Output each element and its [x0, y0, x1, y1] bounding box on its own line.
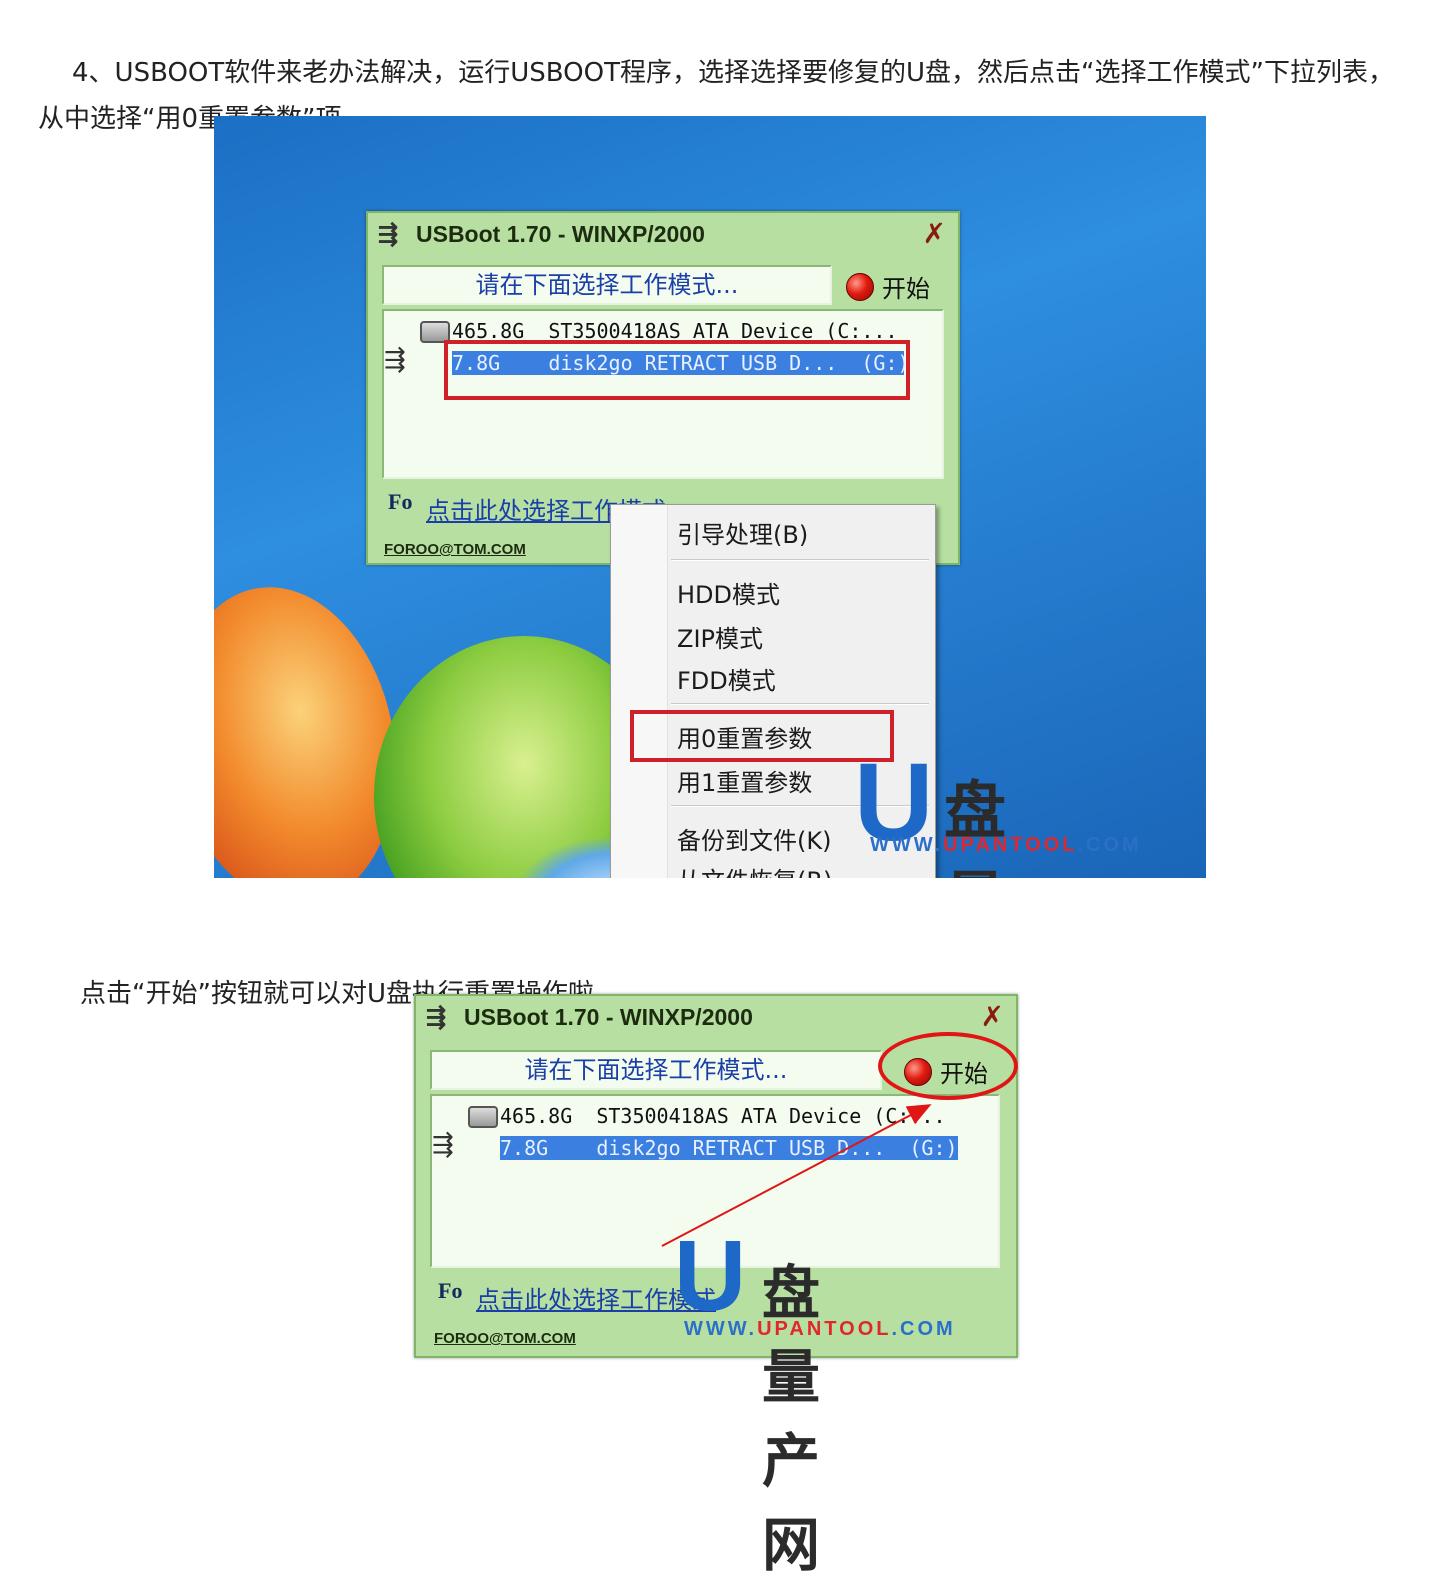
email-label: FOROO@TOM.COM [384, 541, 526, 558]
menu-item-boot[interactable]: 引导处理(B) [677, 515, 808, 550]
menu-item-restore[interactable]: 从文件恢复(R) [677, 861, 832, 878]
menu-item-reset-1[interactable]: 用1重置参数 [677, 763, 812, 798]
close-button[interactable]: ✗ [923, 217, 946, 250]
menu-icon-strip [611, 505, 668, 878]
mode-prompt: 请在下面选择工作模式... [475, 271, 739, 299]
menu-separator [671, 559, 929, 561]
record-icon [846, 273, 874, 301]
usb-drive-icon: ⇶ [384, 345, 406, 375]
usb-icon: ⇶ [378, 221, 399, 248]
title-bar: ⇶ USBoot 1.70 - WINXP/2000 [368, 213, 958, 253]
mode-prompt-box: 请在下面选择工作模式... [382, 265, 832, 305]
screenshot-context-menu: ⇶ USBoot 1.70 - WINXP/2000 ✗ 请在下面选择工作模式.… [214, 116, 1206, 878]
menu-separator [671, 703, 929, 705]
watermark-name: 盘量产网 [762, 1259, 823, 1579]
watermark-u: U [674, 1220, 747, 1332]
menu-item-zip[interactable]: ZIP模式 [677, 619, 763, 654]
window-title: USBoot 1.70 - WINXP/2000 [416, 221, 705, 247]
menu-item-fdd[interactable]: FDD模式 [677, 661, 776, 696]
start-button[interactable]: 开始 [846, 269, 930, 304]
watermark-url: WWW.UPANTOOL.COM [684, 1318, 956, 1340]
highlight-usb-device [444, 340, 910, 400]
watermark-name: 盘量产网 [944, 774, 1009, 878]
watermark-url: WWW.UPANTOOL.COM [870, 834, 1142, 856]
start-label: 开始 [882, 275, 930, 303]
menu-item-hdd[interactable]: HDD模式 [677, 575, 780, 610]
menu-item-backup[interactable]: 备份到文件(K) [677, 821, 831, 856]
screenshot-start-button: ⇶ USBoot 1.70 - WINXP/2000 ✗ 请在下面选择工作模式.… [414, 994, 1018, 1579]
foroo-logo-icon: Fo [388, 489, 413, 514]
